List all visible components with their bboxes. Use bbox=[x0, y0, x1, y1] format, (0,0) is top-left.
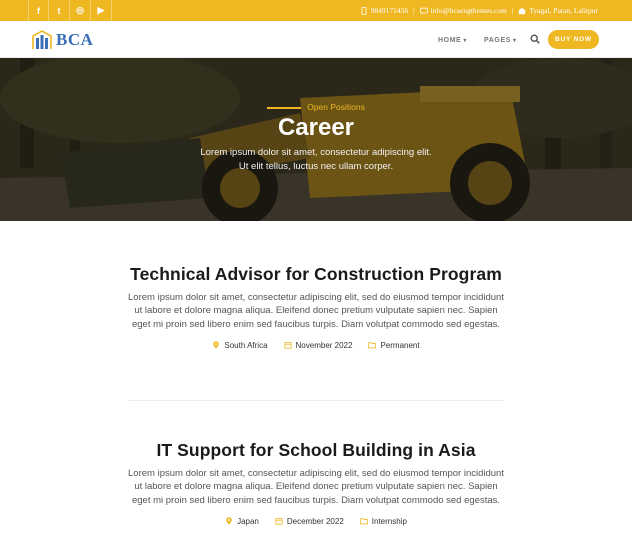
contact-location: Tyagal, Patan, Lalitpur bbox=[529, 6, 598, 15]
eyebrow-text: Open Positions bbox=[307, 102, 365, 112]
job-listing: Technical Advisor for Construction Progr… bbox=[0, 264, 632, 350]
twitter-icon[interactable]: t bbox=[49, 0, 70, 21]
top-bar: f t ◎ ▶ 9849171456 | info@bcaengthemes.c… bbox=[0, 0, 632, 21]
job-location: Japan bbox=[225, 517, 259, 526]
buy-now-button[interactable]: BUY NOW bbox=[548, 30, 599, 49]
nav-pages[interactable]: PAGES ▾ bbox=[484, 33, 517, 47]
youtube-icon[interactable]: ▶ bbox=[91, 0, 112, 21]
map-marker-icon bbox=[213, 341, 220, 349]
job-date-text: November 2022 bbox=[295, 340, 353, 350]
folder-icon bbox=[360, 518, 368, 525]
chevron-down-icon: ▾ bbox=[513, 37, 517, 44]
job-type: Internship bbox=[360, 517, 407, 526]
contact-phone[interactable]: 9849171456 bbox=[371, 6, 409, 15]
hero-subtitle: Lorem ipsum dolor sit amet, consectetur … bbox=[0, 146, 632, 174]
job-description: Lorem ipsum dolor sit amet, consectetur … bbox=[128, 292, 504, 330]
folder-icon bbox=[368, 342, 377, 349]
hero-subtitle-line: Ut elit tellus, luctus nec ullam corper. bbox=[238, 161, 394, 172]
job-date: November 2022 bbox=[283, 340, 353, 350]
site-logo[interactable]: BCA bbox=[31, 29, 93, 51]
nav-home-label: HOME bbox=[438, 36, 462, 44]
job-location-text: Japan bbox=[237, 516, 259, 526]
contact-info: 9849171456 | info@bcaengthemes.com | Tya… bbox=[360, 0, 598, 21]
calendar-icon bbox=[275, 518, 283, 525]
site-header: BCA HOME ▾ PAGES ▾ bbox=[0, 21, 632, 58]
section-divider bbox=[128, 400, 504, 401]
contact-separator: | bbox=[511, 6, 514, 15]
page-title: Career bbox=[277, 114, 355, 141]
job-type-text: Internship bbox=[371, 516, 407, 526]
logo-text: BCA bbox=[56, 30, 94, 49]
contact-separator: | bbox=[413, 6, 415, 15]
instagram-icon[interactable]: ◎ bbox=[70, 0, 91, 21]
map-marker-icon bbox=[226, 517, 232, 525]
logo-building-icon bbox=[32, 30, 52, 49]
job-title[interactable]: IT Support for School Building in Asia bbox=[0, 440, 632, 461]
job-description: Lorem ipsum dolor sit amet, consectetur … bbox=[128, 468, 504, 506]
job-location: South Africa bbox=[212, 340, 268, 350]
job-location-text: South Africa bbox=[224, 340, 268, 350]
hero-subtitle-line: Lorem ipsum dolor sit amet, consectetur … bbox=[200, 147, 432, 158]
job-date-text: December 2022 bbox=[286, 516, 344, 526]
calendar-icon bbox=[283, 342, 292, 349]
message-icon bbox=[419, 7, 428, 14]
nav-pages-label: PAGES bbox=[484, 36, 511, 44]
search-icon[interactable] bbox=[530, 34, 540, 44]
job-meta: South Africa November 2022 Permanent bbox=[0, 341, 632, 350]
hero-banner: Open Positions Career Lorem ipsum dolor … bbox=[0, 58, 632, 221]
eyebrow-line bbox=[267, 106, 302, 109]
job-type-text: Permanent bbox=[380, 340, 420, 350]
phone-icon bbox=[361, 6, 366, 15]
facebook-icon[interactable]: f bbox=[28, 0, 49, 21]
chevron-down-icon: ▾ bbox=[463, 37, 468, 44]
job-date: December 2022 bbox=[275, 517, 344, 526]
job-listing: IT Support for School Building in Asia L… bbox=[0, 440, 632, 526]
nav-home[interactable]: HOME ▾ bbox=[438, 33, 467, 47]
job-title[interactable]: Technical Advisor for Construction Progr… bbox=[0, 264, 632, 285]
contact-email[interactable]: info@bcaengthemes.com bbox=[431, 6, 507, 15]
job-meta: Japan December 2022 Internship bbox=[0, 517, 632, 526]
building-icon bbox=[519, 7, 526, 14]
job-type: Permanent bbox=[368, 340, 420, 350]
hero-eyebrow: Open Positions bbox=[0, 102, 632, 112]
